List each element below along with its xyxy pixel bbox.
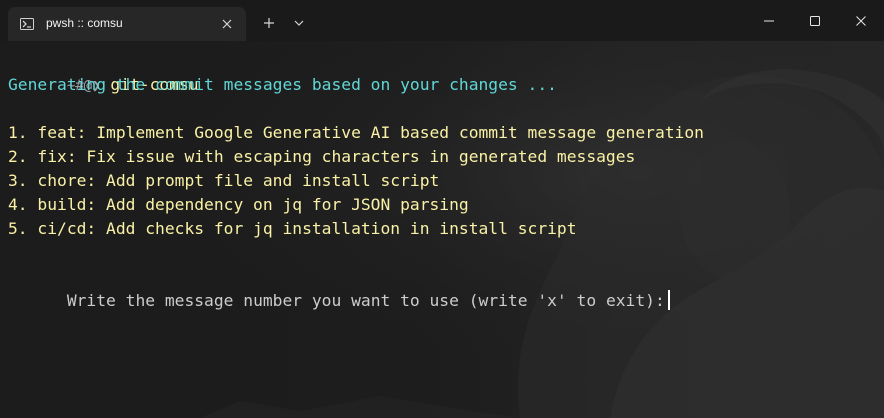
close-button[interactable] bbox=[838, 8, 884, 34]
chevron-down-icon[interactable] bbox=[292, 17, 306, 29]
input-prompt-line[interactable]: Write the message number you want to use… bbox=[8, 265, 670, 337]
list-item: 5. ci/cd: Add checks for jq installation… bbox=[8, 219, 577, 238]
text-cursor bbox=[667, 290, 670, 310]
close-tab-icon[interactable] bbox=[220, 17, 234, 31]
list-item: 1. feat: Implement Google Generative AI … bbox=[8, 123, 704, 142]
terminal-window: pwsh :: comsu ~#@❯ git-comsu Generating … bbox=[0, 0, 884, 418]
maximize-button[interactable] bbox=[792, 8, 838, 34]
list-item: 4. build: Add dependency on jq for JSON … bbox=[8, 195, 469, 214]
maximize-icon bbox=[810, 16, 820, 26]
powershell-icon bbox=[20, 18, 34, 30]
minimize-icon bbox=[764, 20, 774, 22]
terminal-output[interactable]: ~#@❯ git-comsu Generating the commit mes… bbox=[0, 41, 884, 418]
tab-title: pwsh :: comsu bbox=[46, 16, 123, 30]
list-item: 2. fix: Fix issue with escaping characte… bbox=[8, 147, 636, 166]
new-tab-icon[interactable] bbox=[261, 15, 277, 31]
tab-pwsh[interactable]: pwsh :: comsu bbox=[8, 7, 246, 41]
minimize-button[interactable] bbox=[746, 8, 792, 34]
close-icon bbox=[856, 16, 866, 26]
input-prompt-text: Write the message number you want to use… bbox=[66, 291, 665, 310]
status-line: Generating the commit messages based on … bbox=[8, 75, 557, 94]
list-item: 3. chore: Add prompt file and install sc… bbox=[8, 171, 440, 190]
title-bar: pwsh :: comsu bbox=[0, 0, 884, 42]
